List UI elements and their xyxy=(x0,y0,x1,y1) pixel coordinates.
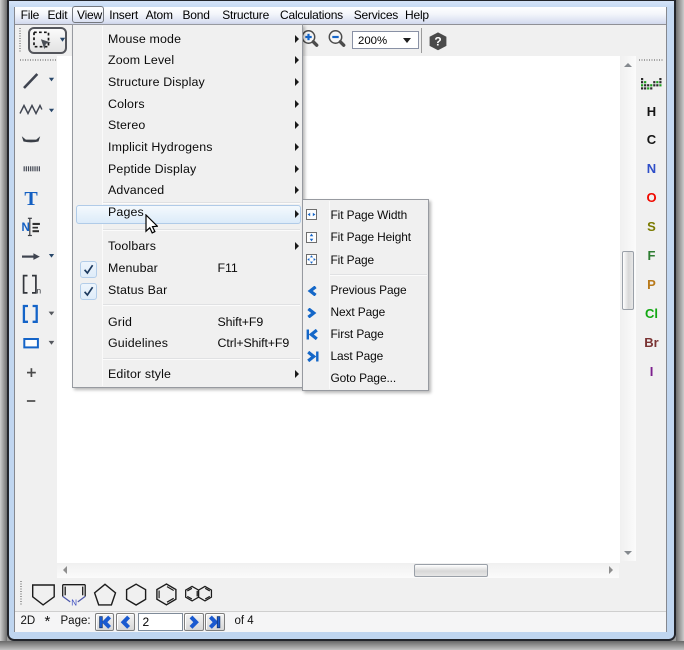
svg-text:N: N xyxy=(22,222,30,234)
svg-text:N: N xyxy=(71,599,77,608)
svg-text:n: n xyxy=(37,287,41,296)
svg-text:T: T xyxy=(24,188,38,210)
svg-text:?: ? xyxy=(434,34,441,48)
